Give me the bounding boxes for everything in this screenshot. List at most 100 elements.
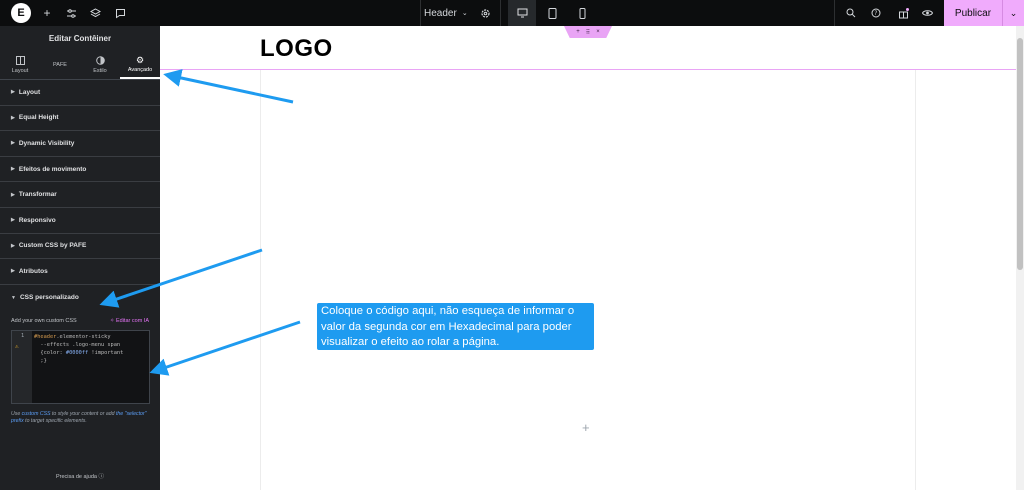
top-bar: E + Header ⌄ ? Publicar ⌄ — [0, 0, 1024, 26]
annotation-callout: Coloque o código aqui, não esqueça de in… — [317, 303, 594, 350]
code-text: !important — [88, 350, 124, 357]
boxed-width-guide — [260, 70, 261, 490]
comments-icon[interactable] — [112, 5, 128, 21]
tab-label: PAFE — [53, 61, 67, 68]
help-text-part: to target specific elements. — [23, 418, 87, 425]
document-name-dropdown[interactable]: Header ⌄ — [424, 0, 468, 26]
add-element-icon[interactable]: + — [39, 5, 55, 21]
panel-title: Editar Contêiner — [48, 33, 112, 43]
close-icon[interactable]: × — [596, 29, 600, 35]
tablet-view-icon[interactable] — [538, 0, 566, 26]
section-label: Efeitos de movimento — [18, 165, 87, 173]
gear-icon: ⚙ — [135, 54, 145, 65]
need-help-label: Precisa de ajuda — [55, 474, 97, 480]
preview-canvas: LOGO + ⠿ × + — [160, 26, 1024, 490]
help-text-part: to style your content or add — [50, 411, 116, 418]
elementor-logo-icon[interactable]: E — [11, 3, 31, 23]
style-icon — [95, 55, 105, 66]
code-text: .elementor-sticky — [56, 334, 111, 341]
caret-right-icon: ▶ — [11, 217, 15, 224]
code-selector: #header — [34, 334, 57, 341]
section-attributes[interactable]: ▶ Atributos — [0, 259, 160, 285]
publish-button[interactable]: Publicar — [944, 0, 1002, 26]
caret-right-icon: ▶ — [11, 268, 15, 275]
code-text: ;} — [40, 358, 47, 365]
tab-label: Avançado — [127, 66, 153, 73]
container-handle[interactable]: + ⠿ × — [564, 26, 612, 38]
section-custom-css[interactable]: ▼ CSS personalizado — [0, 285, 160, 311]
caret-right-icon: ▶ — [11, 166, 15, 173]
add-section-icon[interactable]: + — [582, 420, 590, 435]
need-help-link[interactable]: Precisa de ajuda ⓘ — [0, 472, 160, 480]
section-label: Dynamic Visibility — [18, 139, 75, 147]
editor-panel: Editar Contêiner Layout PAFE Estilo ⚙ Av… — [0, 26, 160, 490]
sparkle-icon: ✧ — [109, 318, 115, 325]
code-text: --effects .logo-menu span — [40, 342, 121, 349]
panel-tabs: Layout PAFE Estilo ⚙ Avançado — [0, 50, 160, 80]
mobile-view-icon[interactable] — [568, 0, 596, 26]
edit-with-ai-label: Editar com IA — [115, 318, 149, 325]
line-number: 1 — [21, 333, 25, 340]
tab-layout[interactable]: Layout — [0, 50, 40, 79]
topbar-divider — [420, 0, 421, 26]
scrollbar-thumb[interactable] — [1017, 38, 1023, 270]
editor-gutter — [12, 331, 32, 404]
caret-right-icon: ▶ — [11, 242, 15, 249]
caret-right-icon: ▶ — [11, 114, 15, 121]
css-code-editor[interactable]: 1 ⚠ #header.elementor-sticky --effects .… — [11, 330, 150, 405]
section-label: Custom CSS by PAFE — [18, 242, 87, 250]
css-code: #header.elementor-sticky --effects .logo… — [34, 333, 123, 365]
caret-right-icon: ▶ — [11, 89, 15, 96]
section-motion-effects[interactable]: ▶ Efeitos de movimento — [0, 157, 160, 183]
section-layout[interactable]: ▶ Layout — [0, 80, 160, 106]
help-text-part: Use — [11, 411, 22, 418]
tab-pafe[interactable]: PAFE — [40, 50, 80, 79]
custom-css-help-text: Use custom CSS to style your content or … — [11, 411, 149, 425]
chevron-down-icon: ⌄ — [461, 10, 468, 17]
layout-icon — [15, 55, 25, 66]
section-transform[interactable]: ▶ Transformar — [0, 182, 160, 208]
custom-css-label: Add your own custom CSS — [11, 318, 77, 325]
caret-right-icon: ▶ — [11, 191, 15, 198]
section-dynamic-visibility[interactable]: ▶ Dynamic Visibility — [0, 131, 160, 157]
caret-right-icon: ▶ — [11, 140, 15, 147]
whats-new-gift-icon[interactable] — [895, 5, 911, 21]
topbar-divider — [500, 0, 501, 26]
section-label: Atributos — [18, 267, 48, 275]
site-settings-icon[interactable] — [63, 5, 79, 21]
tab-style[interactable]: Estilo — [80, 50, 120, 79]
section-label: CSS personalizado — [19, 294, 79, 302]
custom-css-body: Add your own custom CSS ✧ Editar com IA … — [0, 310, 160, 425]
section-responsive[interactable]: ▶ Responsivo — [0, 208, 160, 234]
section-label: Layout — [18, 88, 41, 96]
help-icon[interactable]: ? — [868, 5, 884, 21]
tab-label: Estilo — [93, 67, 107, 74]
caret-down-icon: ▼ — [11, 294, 16, 301]
section-label: Equal Height — [18, 114, 59, 122]
code-text: {color: — [40, 350, 66, 357]
desktop-view-icon[interactable] — [508, 0, 536, 26]
publish-options-chevron-icon[interactable]: ⌄ — [1002, 0, 1024, 26]
document-name: Header — [424, 7, 457, 19]
custom-css-link[interactable]: custom CSS — [22, 411, 51, 417]
section-label: Transformar — [18, 191, 57, 199]
search-icon[interactable] — [843, 5, 859, 21]
boxed-width-guide — [915, 70, 916, 490]
document-settings-gear-icon[interactable] — [477, 5, 493, 21]
preview-eye-icon[interactable] — [919, 5, 935, 21]
logo-text[interactable]: LOGO — [260, 35, 333, 63]
section-custom-css-pafe[interactable]: ▶ Custom CSS by PAFE — [0, 234, 160, 260]
edit-with-ai-button[interactable]: ✧ Editar com IA — [110, 318, 149, 324]
tab-label: Layout — [11, 67, 29, 74]
warning-icon: ⚠ — [15, 343, 19, 351]
section-label: Responsivo — [18, 216, 56, 224]
tab-advanced[interactable]: ⚙ Avançado — [120, 50, 160, 79]
question-circle-icon: ⓘ — [98, 474, 105, 480]
svg-text:?: ? — [874, 10, 877, 17]
section-equal-height[interactable]: ▶ Equal Height — [0, 106, 160, 132]
structure-layers-icon[interactable] — [87, 5, 103, 21]
canvas-scrollbar[interactable] — [1016, 26, 1024, 490]
drag-icon[interactable]: ⠿ — [586, 29, 590, 36]
add-icon[interactable]: + — [576, 29, 580, 35]
code-hex-value: #0000ff — [65, 350, 89, 357]
